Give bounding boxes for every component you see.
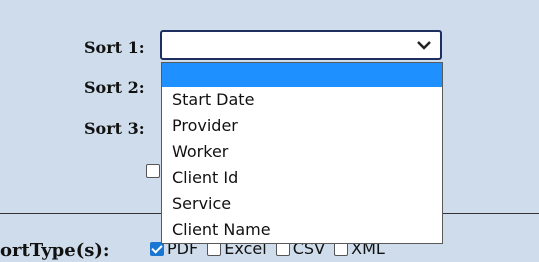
sort1-label: Sort 1:: [84, 38, 145, 57]
dropdown-option-provider[interactable]: Provider: [162, 113, 442, 139]
chevron-down-icon: [417, 41, 431, 50]
sort1-dropdown-list: Start Date Provider Worker Client Id Ser…: [161, 62, 443, 244]
dropdown-option-worker[interactable]: Worker: [162, 139, 442, 165]
dropdown-option-client-name[interactable]: Client Name: [162, 217, 442, 243]
dropdown-option-start-date[interactable]: Start Date: [162, 87, 442, 113]
dropdown-option-blank[interactable]: [162, 63, 442, 87]
sort1-select[interactable]: [160, 30, 442, 60]
sort3-label: Sort 3:: [84, 119, 145, 138]
sort2-label: Sort 2:: [84, 78, 145, 97]
dropdown-option-client-id[interactable]: Client Id: [162, 165, 442, 191]
checkbox[interactable]: [146, 164, 160, 178]
dropdown-option-service[interactable]: Service: [162, 191, 442, 217]
